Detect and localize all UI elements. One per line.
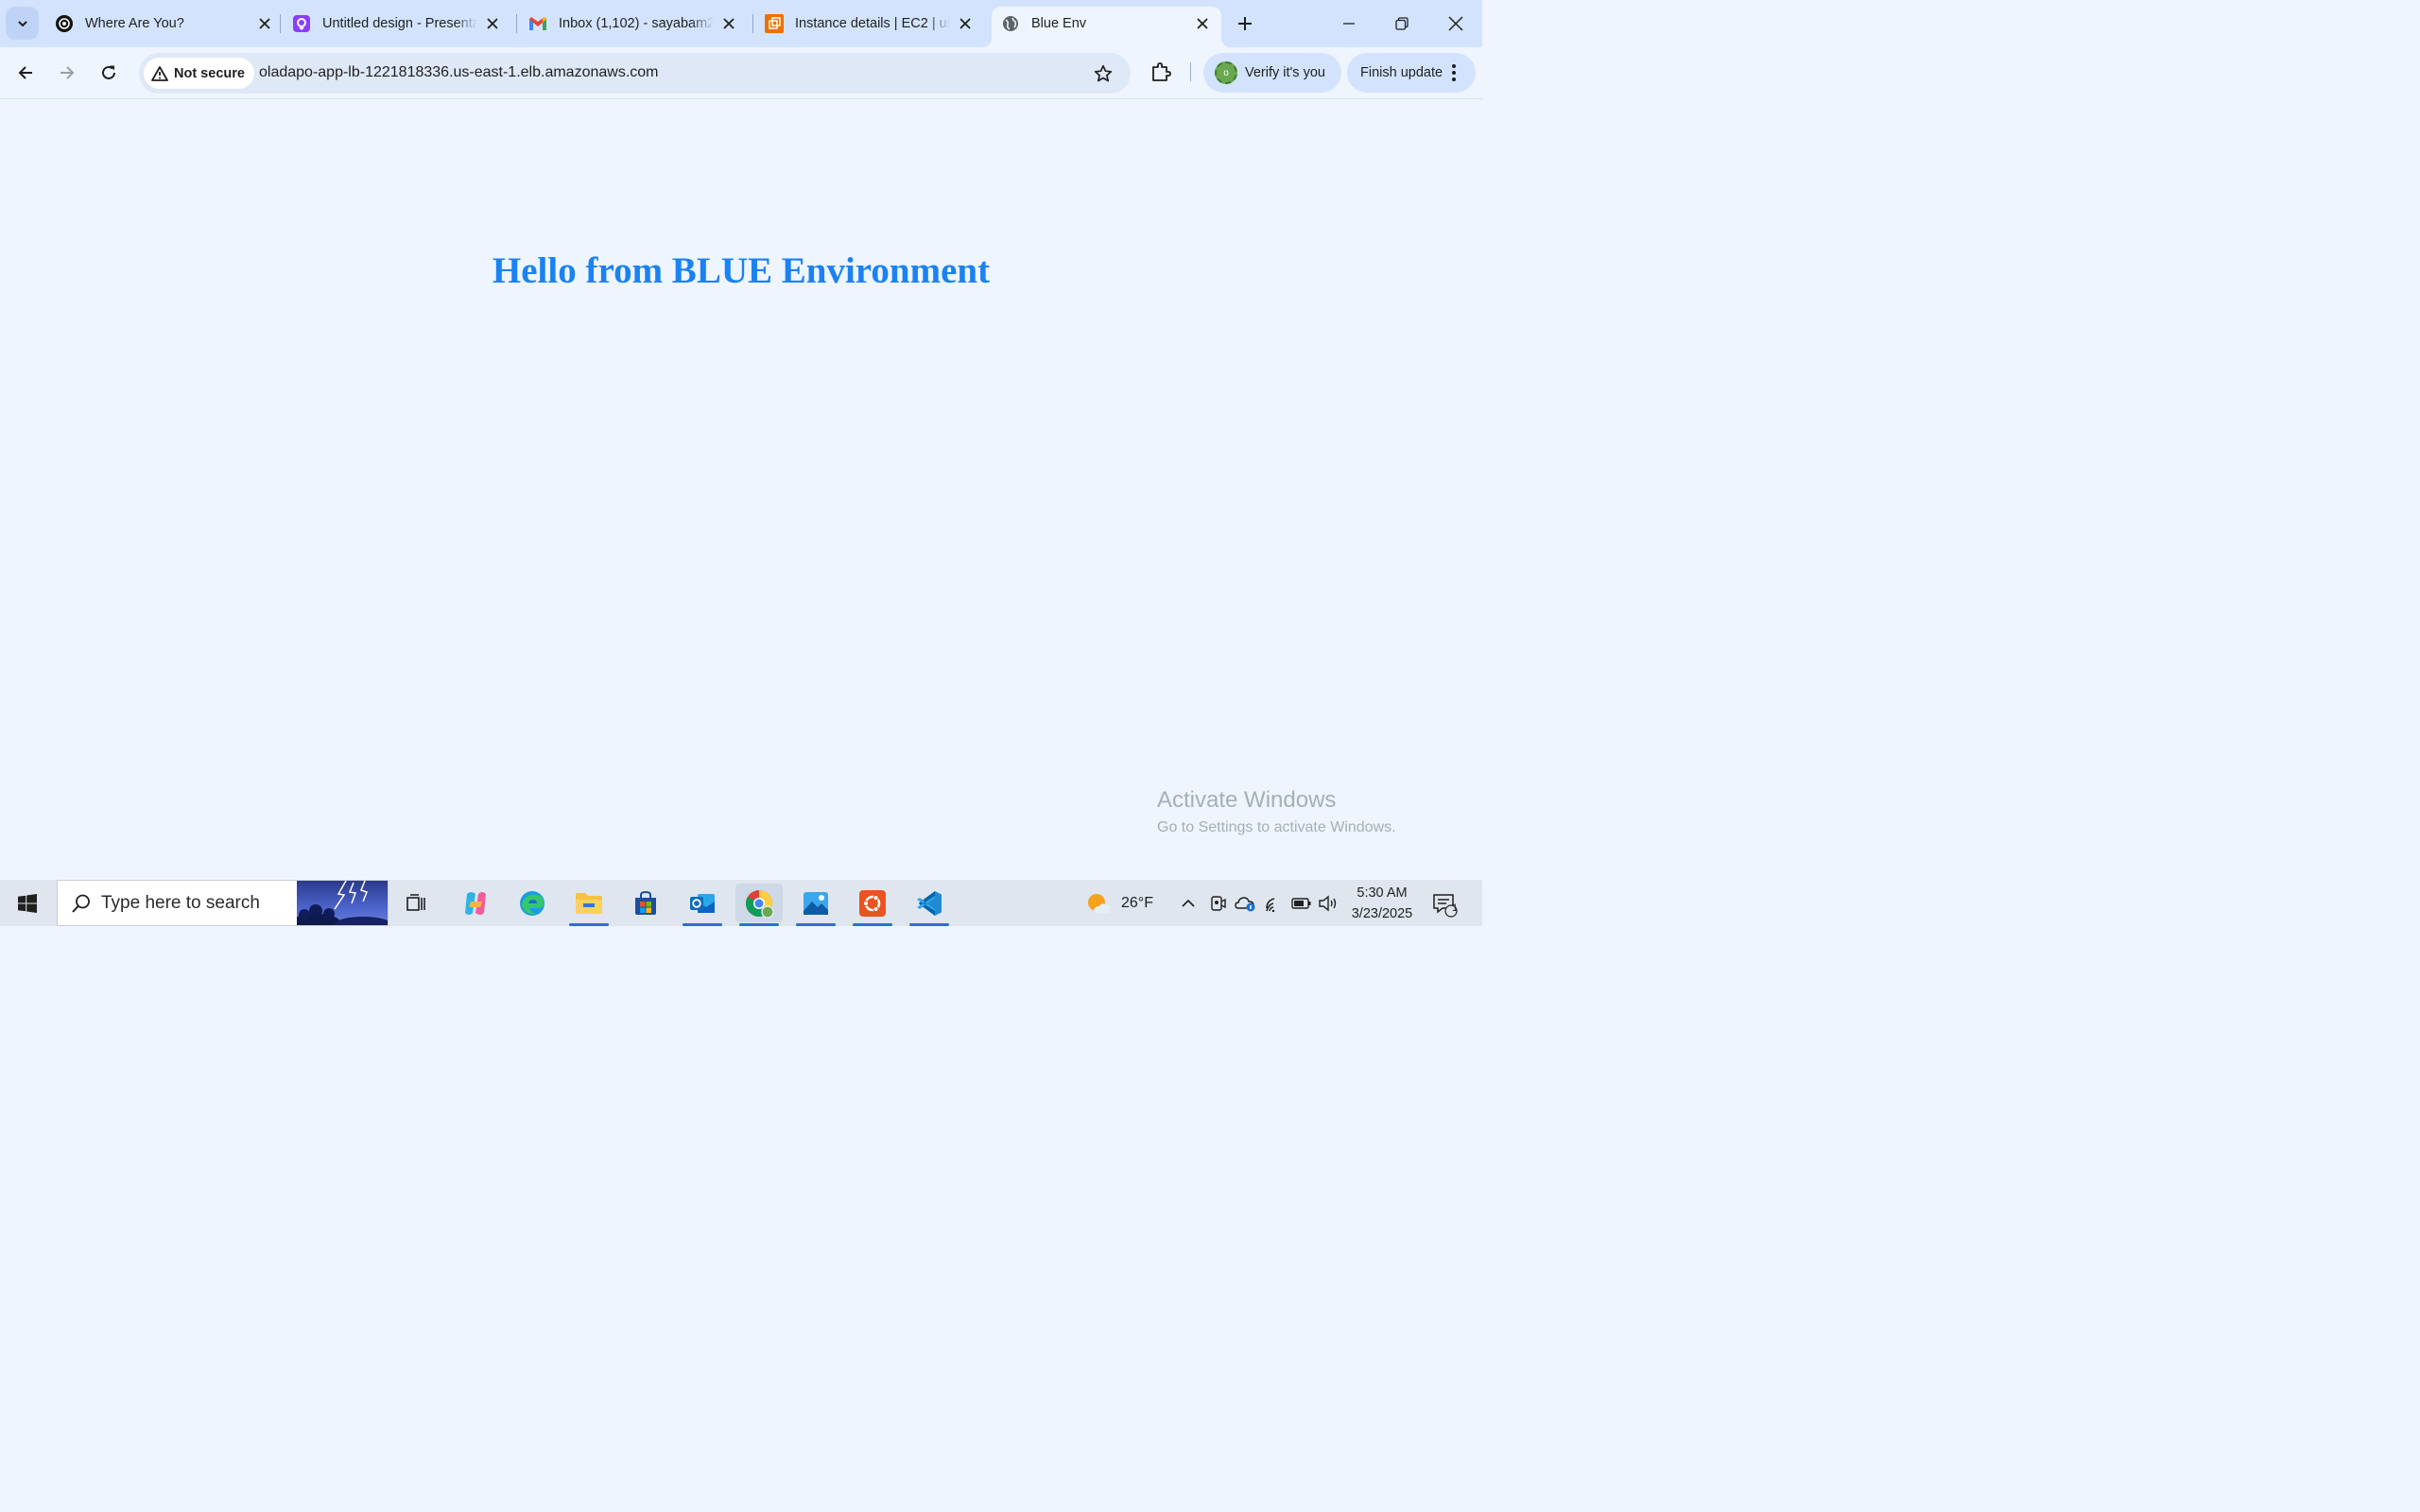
close-window-button[interactable] <box>1429 0 1482 47</box>
tab-gmail-inbox[interactable]: Inbox (1,102) - sayabam2 <box>528 7 738 41</box>
windows-logo-icon <box>18 893 37 913</box>
close-tab-icon[interactable] <box>255 14 274 33</box>
outlook-icon[interactable] <box>679 884 726 926</box>
gmail-icon <box>528 14 547 33</box>
minimize-icon <box>1343 23 1355 25</box>
minimize-button[interactable] <box>1322 0 1375 47</box>
close-tab-icon[interactable] <box>483 14 502 33</box>
running-indicator <box>739 923 779 926</box>
running-indicator <box>909 923 949 926</box>
security-label: Not secure <box>174 65 245 81</box>
plus-icon <box>1238 17 1252 30</box>
vscode-icon[interactable] <box>906 884 953 926</box>
tab-title: Blue Env <box>1031 16 1087 31</box>
system-clock[interactable]: 5:30 AM 3/23/2025 <box>1335 883 1429 924</box>
tab-title: Untitled design - Presentation <box>322 16 477 31</box>
chevron-up-icon <box>1182 899 1195 907</box>
onedrive-icon[interactable] <box>1235 880 1257 926</box>
task-view-icon[interactable] <box>392 884 440 922</box>
running-indicator <box>569 923 609 926</box>
tab-separator <box>280 14 281 33</box>
update-label: Finish update <box>1360 65 1443 80</box>
tab-separator <box>516 14 517 33</box>
avatar: o <box>1215 61 1237 84</box>
tab-search-button[interactable] <box>6 7 39 40</box>
aws-ec2-icon <box>765 14 784 33</box>
search-placeholder: Type here to search <box>101 892 260 913</box>
arrow-left-icon <box>18 66 32 79</box>
watermark-subtitle: Go to Settings to activate Windows. <box>1157 819 1396 835</box>
close-tab-icon[interactable] <box>719 14 738 33</box>
file-explorer-icon[interactable] <box>565 884 613 926</box>
tab-title: Where Are You? <box>85 16 184 31</box>
more-menu-icon[interactable] <box>1452 64 1457 81</box>
running-indicator <box>683 923 722 926</box>
page-content: Hello from BLUE Environment Activate Win… <box>0 100 1482 880</box>
start-button[interactable] <box>0 880 55 926</box>
canva-icon <box>292 14 311 33</box>
partly-cloudy-icon <box>1088 893 1110 913</box>
bookmark-star-icon[interactable] <box>1093 63 1114 84</box>
url-text[interactable]: oladapo-app-lb-1221818336.us-east-1.elb.… <box>259 64 659 81</box>
restore-button[interactable] <box>1375 0 1428 47</box>
tab-strip: Where Are You? Untitled design - Present… <box>0 0 1482 47</box>
page-heading: Hello from BLUE Environment <box>492 250 991 291</box>
notification-center-button[interactable]: 1 <box>1429 889 1460 919</box>
show-hidden-icons-button[interactable] <box>1180 880 1197 926</box>
close-tab-icon[interactable] <box>1193 14 1212 33</box>
security-indicator[interactable]: Not secure <box>144 58 254 89</box>
forward-button[interactable] <box>53 59 81 87</box>
warning-icon <box>151 65 168 81</box>
chevron-down-icon <box>17 20 27 26</box>
notification-count: 1 <box>1451 902 1459 914</box>
close-icon <box>1448 16 1463 31</box>
meet-now-icon[interactable] <box>1209 880 1226 926</box>
restore-icon <box>1395 17 1409 30</box>
puzzle-icon <box>1152 62 1171 81</box>
verify-label: Verify it's you <box>1245 65 1325 80</box>
wifi-icon[interactable] <box>1265 880 1284 926</box>
clock-time: 5:30 AM <box>1357 885 1408 901</box>
toolbar-separator <box>1190 62 1191 81</box>
weather-temp: 26°F <box>1121 894 1153 911</box>
tab-ec2-instance-details[interactable]: Instance details | EC2 | us-east-1 <box>765 7 975 41</box>
microsoft-store-icon[interactable] <box>622 884 669 922</box>
taskbar-search-box[interactable]: Type here to search <box>57 880 389 926</box>
tab-untitled-design[interactable]: Untitled design - Presentation <box>292 7 502 41</box>
verify-identity-button[interactable]: o Verify it's you <box>1203 53 1341 93</box>
weather-widget[interactable]: 26°F <box>1085 880 1153 926</box>
finish-update-button[interactable]: Finish update <box>1347 53 1476 93</box>
new-tab-button[interactable] <box>1233 11 1257 36</box>
search-icon <box>71 893 92 914</box>
ubuntu-icon[interactable] <box>849 884 896 926</box>
clock-date: 3/23/2025 <box>1351 906 1413 921</box>
globe-icon <box>1001 14 1020 33</box>
tab-title: Inbox (1,102) - sayabam2 <box>559 16 714 31</box>
running-indicator <box>853 923 892 926</box>
edge-icon[interactable] <box>509 884 556 922</box>
photos-icon[interactable] <box>792 884 839 926</box>
battery-icon[interactable] <box>1291 880 1312 926</box>
tab-title: Instance details | EC2 | us-east-1 <box>795 16 950 31</box>
close-tab-icon[interactable] <box>956 14 975 33</box>
address-bar[interactable]: Not secure oladapo-app-lb-1221818336.us-… <box>139 53 1131 94</box>
tab-blue-env[interactable]: Blue Env <box>982 7 1231 47</box>
back-button[interactable] <box>11 59 40 87</box>
watermark-title: Activate Windows <box>1157 787 1337 813</box>
reload-icon <box>102 65 115 79</box>
openai-icon <box>55 14 74 33</box>
tab-where-are-you[interactable]: Where Are You? <box>55 7 274 41</box>
copilot-icon[interactable] <box>452 884 499 922</box>
extensions-button[interactable] <box>1148 59 1174 85</box>
reload-button[interactable] <box>95 59 123 87</box>
activate-windows-watermark: Activate Windows Go to Settings to activ… <box>1157 787 1396 836</box>
tab-separator <box>752 14 753 33</box>
windows-taskbar: Type here to search 26°F 5:30 AM 3/23/20… <box>0 880 1482 926</box>
running-indicator <box>796 923 836 926</box>
arrow-right-icon <box>60 66 75 79</box>
chrome-icon[interactable] <box>735 884 783 926</box>
search-highlight-image <box>297 881 388 925</box>
